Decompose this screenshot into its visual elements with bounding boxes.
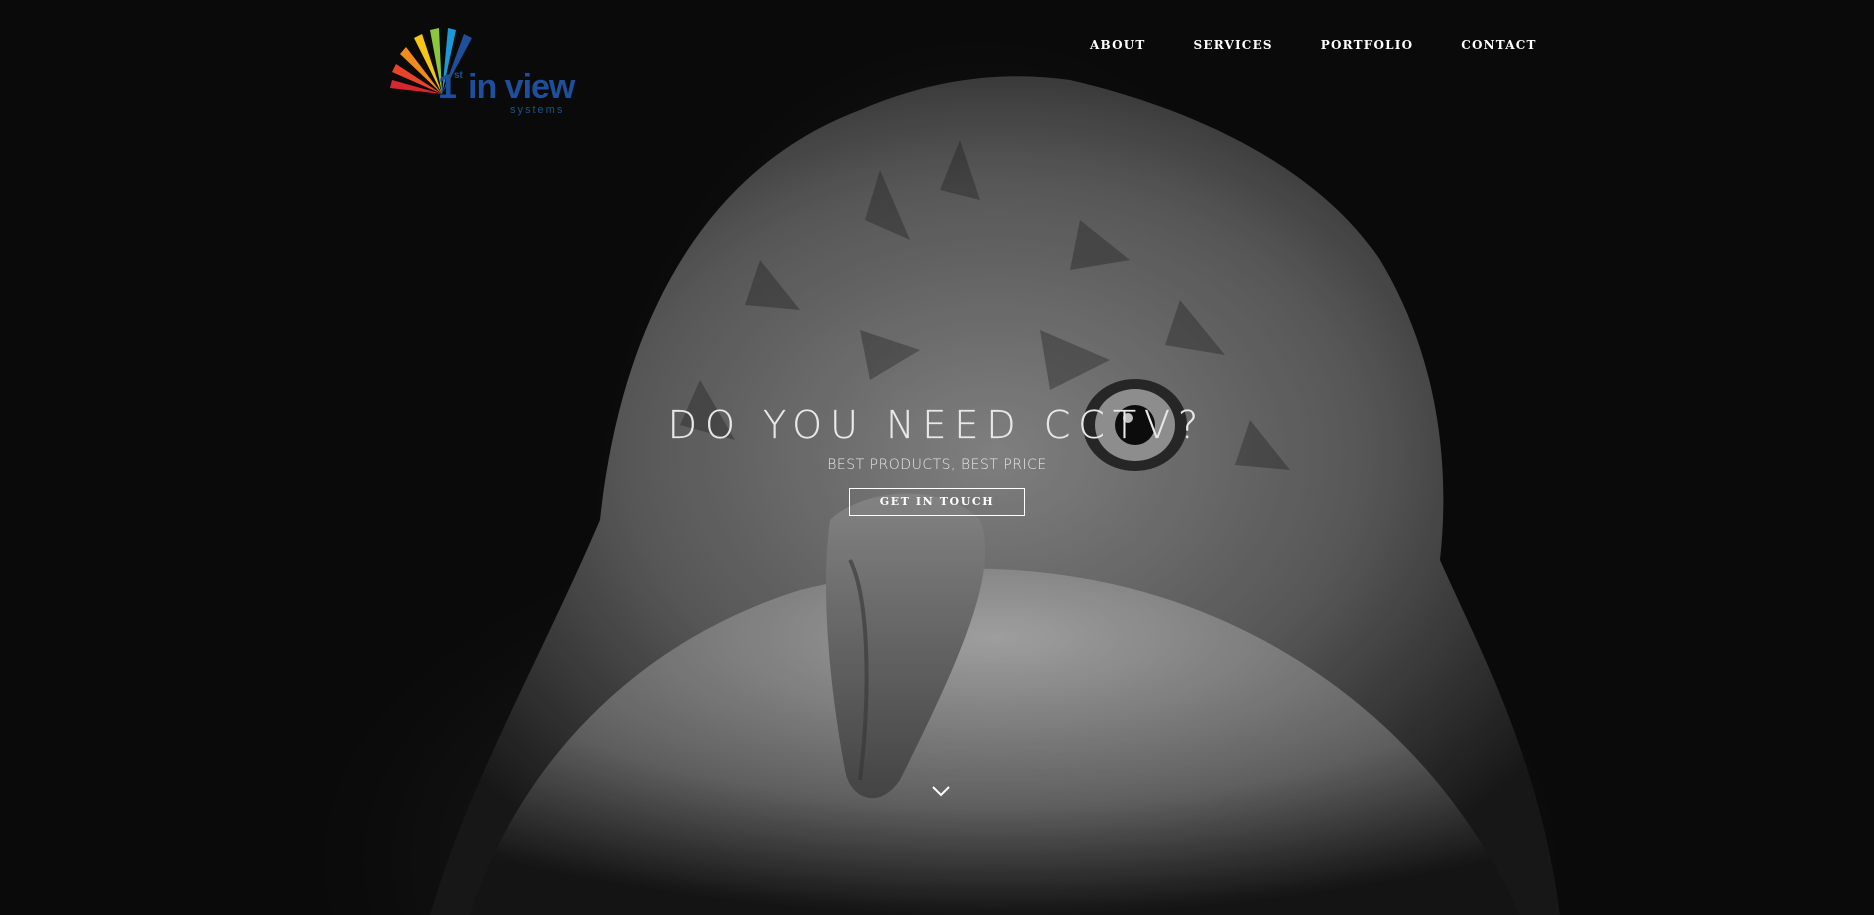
nav-portfolio[interactable]: PORTFOLIO [1321, 38, 1413, 52]
nav-services[interactable]: SERVICES [1194, 38, 1273, 52]
nav-contact[interactable]: CONTACT [1461, 38, 1536, 52]
svg-text:systems: systems [510, 104, 564, 116]
chevron-down-icon[interactable] [929, 782, 953, 800]
hero-subtitle: BEST PRODUCTS, BEST PRICE [827, 457, 1047, 473]
nav-about[interactable]: ABOUT [1090, 38, 1146, 52]
company-logo[interactable]: 1 st in view systems [388, 16, 588, 120]
main-nav: ABOUT SERVICES PORTFOLIO CONTACT [1090, 38, 1537, 52]
svg-text:in view: in view [468, 68, 576, 106]
hero-content: DO YOU NEED CCTV? BEST PRODUCTS, BEST PR… [0, 400, 1874, 516]
logo-superscript: st [454, 70, 464, 81]
hero-section: 1 st in view systems ABOUT SERVICES PORT… [0, 0, 1874, 915]
hero-title: DO YOU NEED CCTV? [667, 403, 1207, 447]
get-in-touch-button[interactable]: GET IN TOUCH [849, 488, 1025, 516]
